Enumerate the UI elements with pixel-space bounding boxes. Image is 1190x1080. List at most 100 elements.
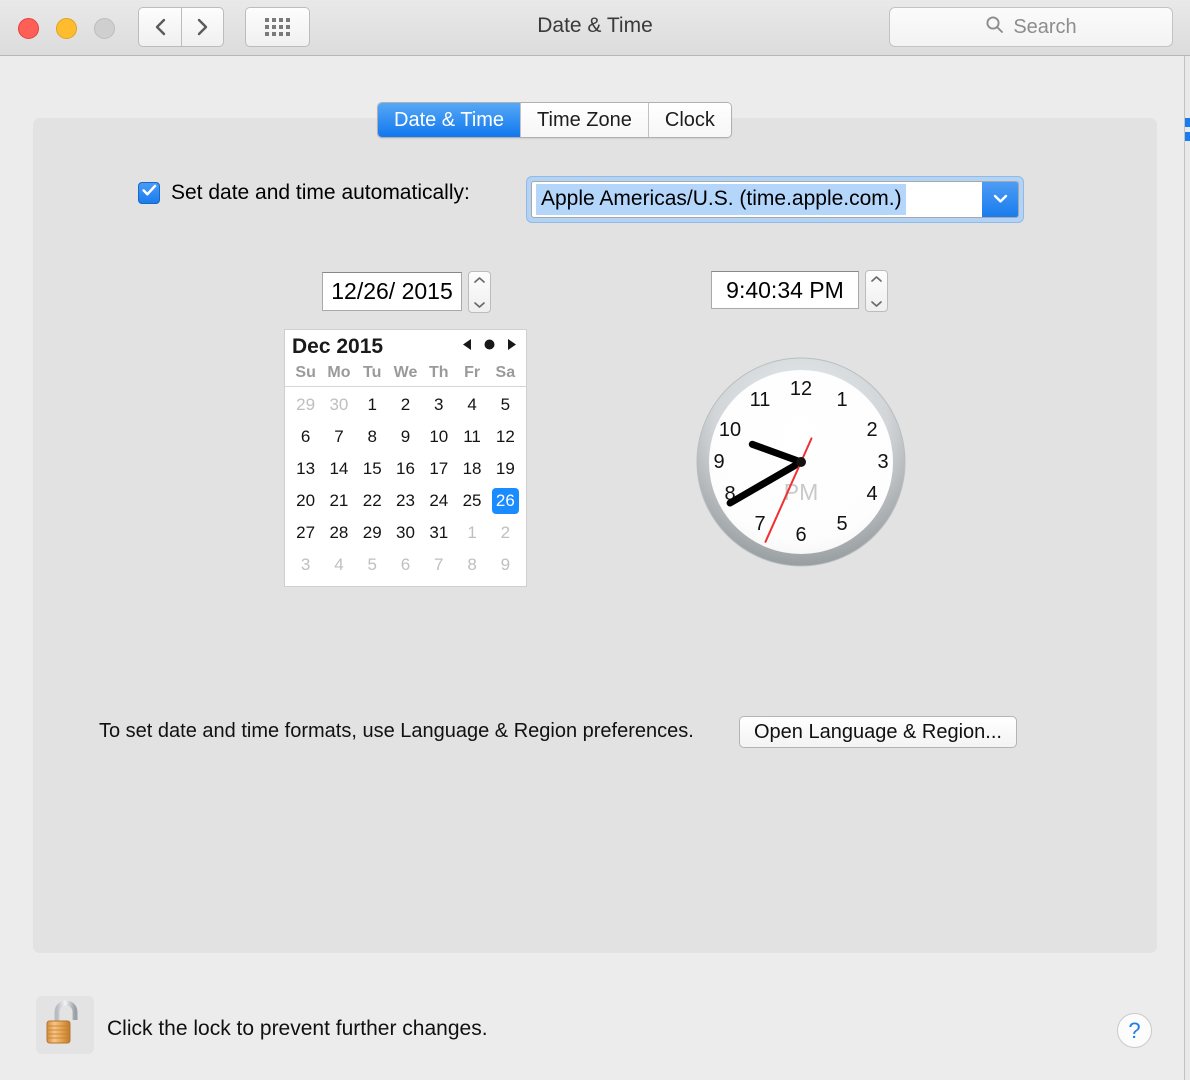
calendar-day[interactable]: 4 [455,389,488,421]
calendar-day[interactable]: 1 [356,389,389,421]
formats-hint-text: To set date and time formats, use Langua… [99,720,694,742]
calendar-day[interactable]: 24 [422,485,455,517]
calendar-day-label: 5 [500,395,511,414]
lock-button[interactable] [36,996,94,1054]
calendar-day[interactable]: 10 [422,421,455,453]
calendar-day-label: 30 [329,395,349,414]
calendar-day[interactable]: 19 [489,453,522,485]
calendar-day[interactable]: 1 [455,517,488,549]
time-input[interactable]: 9:40:34 PM [711,271,859,309]
svg-text:PM: PM [784,479,819,505]
tab-time-zone[interactable]: Time Zone [521,103,649,137]
svg-text:1: 1 [836,389,847,411]
triangle-right-icon[interactable] [506,338,517,356]
time-value: 9:40:34 PM [726,276,844,303]
background-window-mark [1185,132,1190,141]
calendar-day[interactable]: 13 [289,453,322,485]
calendar-day-label: 30 [396,523,415,542]
calendar-day-grid: 29 30 1 2 3 4 5 6 7 8 9 10 11 12 13 14 15 16 17 18 19 20 21 22 2… [285,387,526,581]
calendar-day[interactable]: 21 [322,485,355,517]
calendar-day[interactable]: 6 [289,421,322,453]
time-stepper[interactable] [865,270,888,312]
calendar-day[interactable]: 25 [455,485,488,517]
calendar-day[interactable]: 22 [356,485,389,517]
calendar-day[interactable]: 7 [322,421,355,453]
calendar-day-label: 20 [296,491,316,510]
date-stepper[interactable] [468,271,491,313]
background-window-edge [1184,56,1190,1080]
calendar-day[interactable]: 5 [489,389,522,421]
calendar-day[interactable]: 9 [389,421,422,453]
calendar-day[interactable]: 30 [322,389,355,421]
calendar-day[interactable]: 23 [389,485,422,517]
calendar-day[interactable]: 11 [455,421,488,453]
calendar-day[interactable]: 6 [389,549,422,581]
calendar-day[interactable]: 31 [422,517,455,549]
calendar-day[interactable]: 3 [289,549,322,581]
calendar-day[interactable]: 29 [289,389,322,421]
set-automatically-checkbox[interactable] [138,182,160,204]
svg-text:2: 2 [866,419,877,441]
date-and-time-preferences-window: Date & Time Search Date & Time Time Zone… [0,0,1190,1080]
calendar-day[interactable]: 12 [489,421,522,453]
weekday-fr: Fr [464,364,481,381]
chevron-down-icon[interactable] [870,295,883,313]
calendar-day[interactable]: 14 [322,453,355,485]
calendar-day[interactable]: 16 [389,453,422,485]
svg-text:5: 5 [836,513,847,535]
calendar-day[interactable]: 30 [389,517,422,549]
calendar-day[interactable]: 17 [422,453,455,485]
calendar-day[interactable]: 5 [356,549,389,581]
window-titlebar: Date & Time Search [0,0,1190,56]
calendar-day-label: 5 [367,555,377,574]
calendar-day[interactable]: 2 [389,389,422,421]
calendar-day[interactable]: 8 [455,549,488,581]
calendar-day-label: 21 [329,491,349,510]
date-input[interactable]: 12/26/ 2015 [322,272,462,311]
weekday-th: Th [429,364,449,381]
calendar-day[interactable]: 2 [489,517,522,549]
open-language-region-button[interactable]: Open Language & Region... [739,716,1017,748]
search-input[interactable]: Search [889,7,1173,47]
calendar-day-label: 7 [434,555,444,574]
calendar-day-selected[interactable]: 26 [489,485,522,517]
weekday-we: We [393,364,418,381]
tab-date-and-time[interactable]: Date & Time [378,103,522,137]
calendar-day[interactable]: 18 [455,453,488,485]
calendar-day[interactable]: 20 [289,485,322,517]
calendar-day[interactable]: 3 [422,389,455,421]
calendar-day[interactable]: 8 [356,421,389,453]
svg-text:10: 10 [719,419,741,441]
chevron-down-icon[interactable] [473,296,486,314]
calendar-day[interactable]: 29 [356,517,389,549]
calendar-day[interactable]: 15 [356,453,389,485]
chevron-up-icon[interactable] [473,271,486,289]
lock-hint-text: Click the lock to prevent further change… [107,1017,488,1040]
date-value: 12/26/ 2015 [331,278,453,304]
calendar-day-label: 19 [495,459,515,478]
calendar-day-label: 9 [500,555,511,574]
calendar-day-label: 4 [467,395,477,414]
calendar-day[interactable]: 9 [489,549,522,581]
calendar-day-label: 24 [429,491,449,510]
calendar-day-label: 12 [495,427,515,446]
calendar-day-label: 17 [429,459,449,478]
help-button[interactable]: ? [1117,1013,1152,1048]
calendar-day[interactable]: 4 [322,549,355,581]
calendar-day-label: 29 [362,523,382,542]
chevron-up-icon[interactable] [870,270,883,288]
tab-clock[interactable]: Clock [648,103,731,137]
dot-icon[interactable] [483,338,496,356]
calendar-widget[interactable]: Dec 2015 Su Mo Tu We Th Fr Sa 29 30 1 2 … [284,329,527,587]
calendar-day[interactable]: 27 [289,517,322,549]
calendar-day[interactable]: 28 [322,517,355,549]
preference-tabs: Date & Time Time Zone Clock [377,102,732,138]
triangle-left-icon[interactable] [462,338,473,356]
svg-text:6: 6 [795,524,806,546]
calendar-day[interactable]: 7 [422,549,455,581]
weekday-mo: Mo [327,364,351,381]
time-server-dropdown-button[interactable] [982,182,1018,217]
time-server-combobox[interactable]: Apple Americas/U.S. (time.apple.com.) [526,176,1024,223]
checkmark-icon [141,184,157,202]
set-automatically-row: Set date and time automatically: [138,181,470,205]
